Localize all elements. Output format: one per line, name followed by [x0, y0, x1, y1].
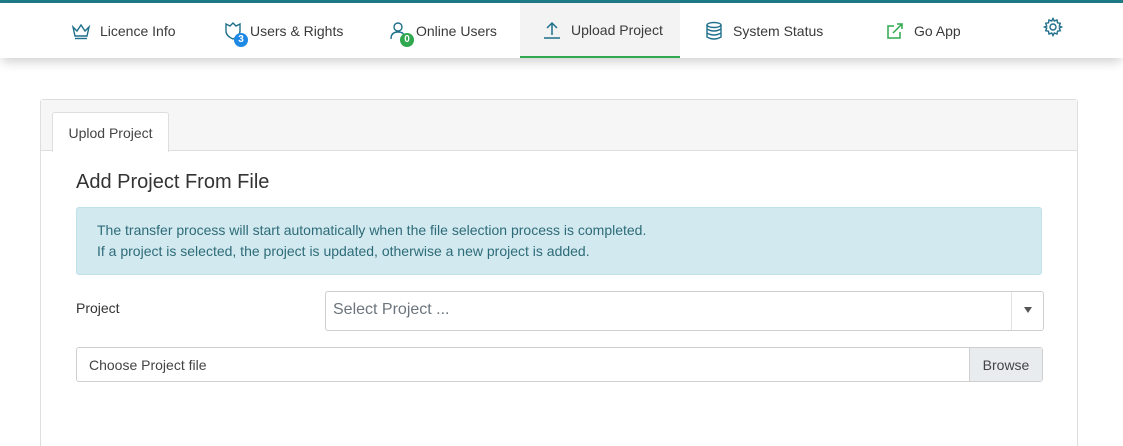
project-select-placeholder: Select Project ... [333, 301, 450, 318]
nav-system-status[interactable]: System Status [703, 3, 823, 58]
nav-go-app[interactable]: Go App [884, 3, 961, 58]
nav-go-app-label: Go App [914, 22, 961, 39]
upload-project-card: Uplod Project Add Project From File The … [40, 99, 1078, 446]
nav-licence-info-label: Licence Info [100, 22, 176, 39]
chevron-down-icon[interactable] [1024, 307, 1032, 313]
project-label: Project [76, 300, 120, 316]
file-input-label: Choose Project file [89, 357, 207, 373]
online-user-icon: 0 [388, 20, 414, 47]
nav-licence-info[interactable]: Licence Info [70, 3, 176, 58]
crown-icon [70, 20, 92, 42]
browse-button[interactable]: Browse [969, 348, 1042, 381]
section-title: Add Project From File [76, 171, 270, 193]
nav-online-users-label: Online Users [416, 22, 497, 39]
tab-upload-project[interactable]: Uplod Project [52, 112, 169, 152]
online-users-badge: 0 [400, 32, 414, 47]
users-rights-icon: 3 [222, 20, 248, 47]
nav-upload-project[interactable]: Upload Project [520, 3, 680, 58]
top-navbar: Licence Info 3 Users & Rights 0 Online U… [0, 3, 1123, 58]
upload-icon [541, 19, 563, 41]
nav-online-users[interactable]: 0 Online Users [388, 3, 497, 58]
nav-upload-project-label: Upload Project [571, 21, 663, 38]
project-select[interactable]: Select Project ... [325, 291, 1044, 331]
info-alert: The transfer process will start automati… [76, 207, 1042, 275]
alert-line-2: If a project is selected, the project is… [97, 243, 590, 259]
nav-users-rights-label: Users & Rights [250, 22, 344, 39]
gear-icon[interactable] [1040, 14, 1066, 40]
database-icon [703, 20, 725, 42]
external-link-icon [884, 20, 906, 42]
card-header: Uplod Project [41, 100, 1077, 152]
nav-system-status-label: System Status [733, 22, 824, 39]
select-divider [1011, 292, 1012, 330]
users-rights-badge: 3 [234, 32, 248, 47]
nav-users-rights[interactable]: 3 Users & Rights [222, 3, 343, 58]
project-file-input[interactable]: Choose Project file Browse [76, 347, 1043, 382]
alert-line-1: The transfer process will start automati… [97, 222, 647, 238]
